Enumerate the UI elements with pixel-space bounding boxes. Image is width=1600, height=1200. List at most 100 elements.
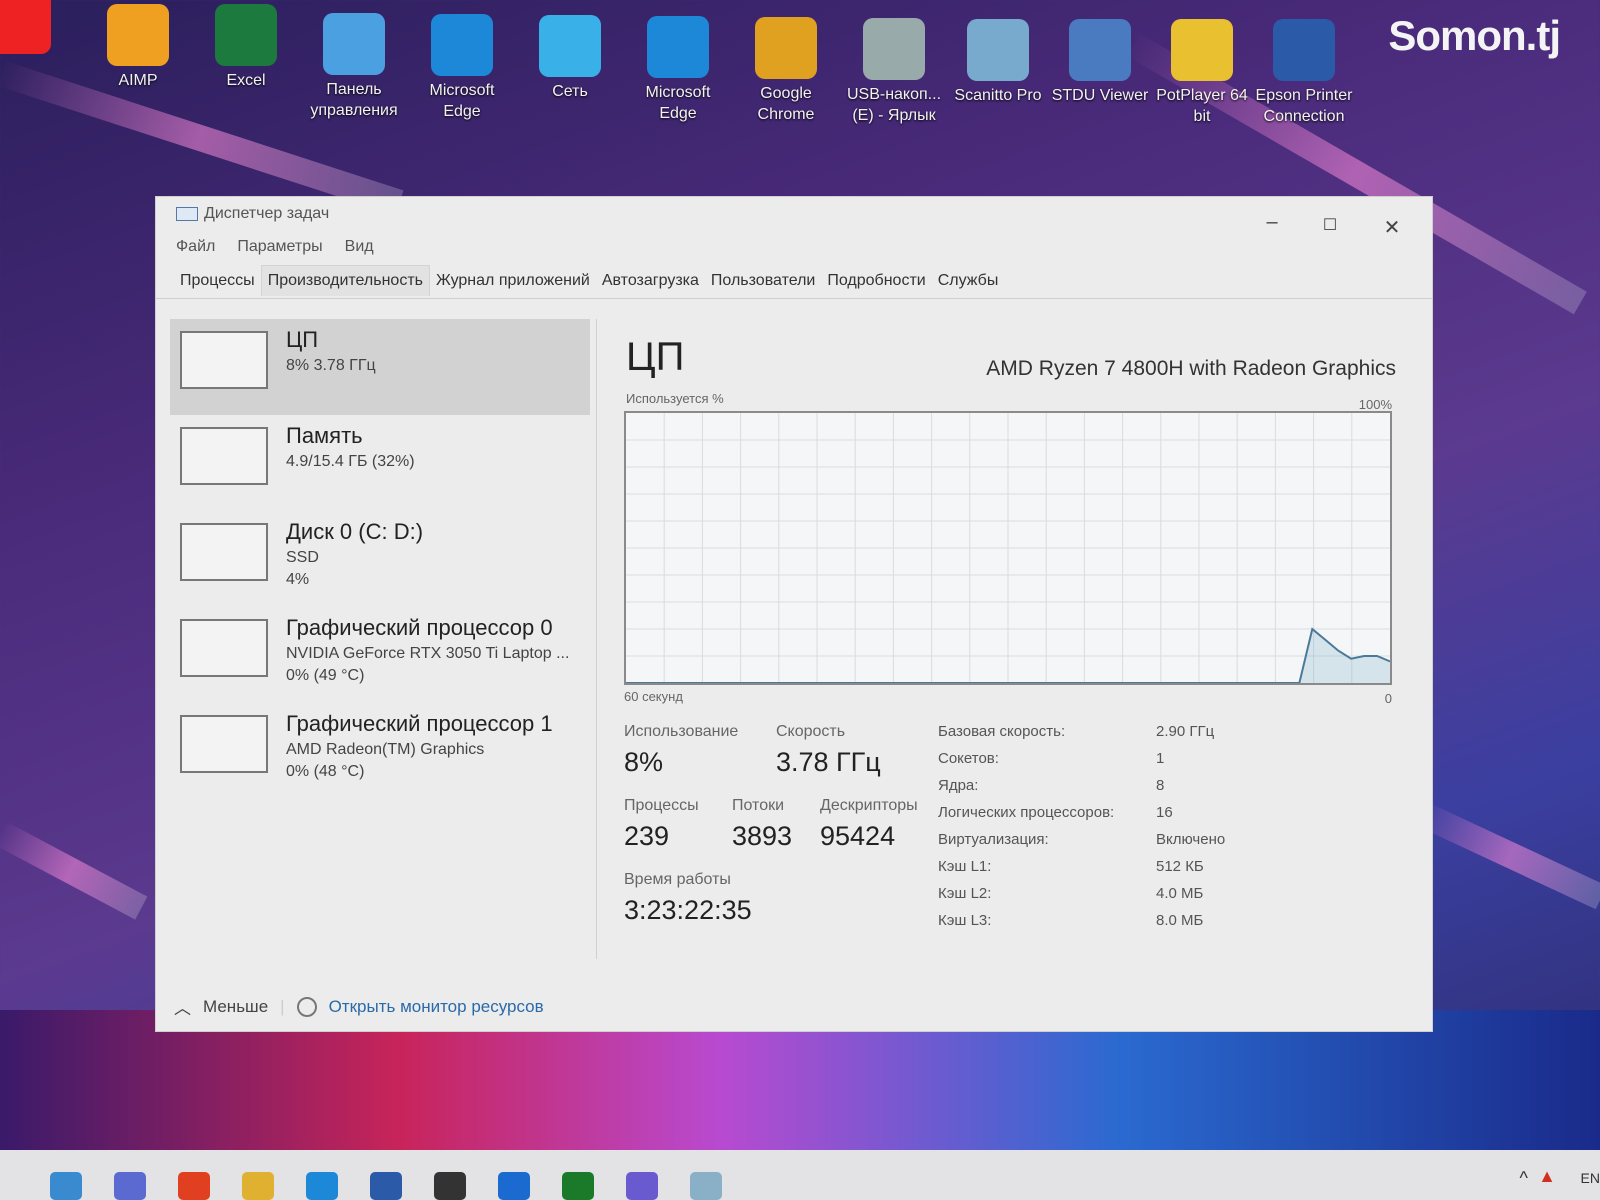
graph-max-label: 100% (1358, 397, 1392, 412)
desktop-shortcut[interactable]: AIMP (88, 0, 188, 91)
yandex-browser-icon[interactable] (178, 1172, 210, 1200)
microsoft-store-icon[interactable] (370, 1172, 402, 1200)
resource-sub: 8% 3.78 ГГц (286, 357, 376, 374)
tab-services[interactable]: Службы (932, 266, 1005, 296)
cpu-usage-graph (624, 411, 1392, 685)
desktop-shortcut[interactable]: Панель управления (304, 9, 404, 121)
resource-disk[interactable]: Диск 0 (C: D:) SSD 4% (170, 511, 590, 607)
show-hidden-icons-chevron[interactable]: ^ (1520, 1168, 1528, 1189)
task-manager-icon[interactable] (690, 1172, 722, 1200)
desktop-shortcut[interactable]: Epson Printer Connection (1254, 15, 1354, 127)
speed-label: Скорость (776, 723, 846, 740)
desktop-shortcut[interactable]: Excel (196, 0, 296, 91)
spec-key: Кэш L2: (938, 885, 992, 902)
maximize-button[interactable]: ☐ (1310, 215, 1350, 235)
cpu-specs: Базовая скорость: 2.90 ГГц Сокетов: 1 Ядра: 8… (938, 723, 1225, 939)
edge-icon (647, 16, 709, 78)
spec-key: Базовая скорость: (938, 723, 1066, 740)
desktop-shortcut[interactable]: PotPlayer 64 bit (1152, 15, 1252, 127)
teams-chat-icon[interactable] (114, 1172, 146, 1200)
chrome-icon (755, 17, 817, 79)
tab-details[interactable]: Подробности (821, 266, 931, 296)
gpu1-thumbnail-graph (180, 715, 268, 773)
uptime-value: 3:23:22:35 (624, 895, 752, 925)
fewer-details-button[interactable]: Меньше (203, 997, 268, 1017)
menu-options[interactable]: Параметры (237, 238, 322, 256)
tab-bar: Процессы Производительность Журнал прило… (156, 263, 1432, 299)
shortcut-label: Epson Printer Connection (1255, 87, 1353, 125)
resource-sub: 0% (48 °C) (286, 763, 365, 780)
resource-gpu1[interactable]: Графический процессор 1 AMD Radeon(TM) G… (170, 703, 590, 799)
task-view-icon[interactable] (50, 1172, 82, 1200)
spec-value: Включено (1156, 831, 1226, 848)
resource-gpu0[interactable]: Графический процессор 0 NVIDIA GeForce R… (170, 607, 590, 703)
tab-performance[interactable]: Производительность (260, 265, 430, 296)
spec-value: 1 (1156, 750, 1165, 767)
desktop-shortcut[interactable]: Scanitto Pro (948, 15, 1048, 106)
gpu0-thumbnail-graph (180, 619, 268, 677)
xbox-icon[interactable] (562, 1172, 594, 1200)
resource-name: Графический процессор 1 (286, 711, 553, 736)
menu-bar: Файл Параметры Вид (156, 231, 1432, 263)
tab-startup[interactable]: Автозагрузка (596, 266, 705, 296)
handles-value: 95424 (820, 821, 896, 851)
spec-key: Логических процессоров: (938, 804, 1115, 821)
stdu-viewer-icon (1069, 19, 1131, 81)
desktop-shortcut[interactable] (0, 0, 70, 58)
scanner-icon (967, 19, 1029, 81)
watermark: Somon.tj (1388, 12, 1561, 59)
menu-view[interactable]: Вид (345, 238, 374, 256)
wallpaper-streak (0, 821, 148, 920)
aimp-icon (107, 4, 169, 66)
tab-app-history[interactable]: Журнал приложений (430, 266, 596, 296)
file-explorer-icon[interactable] (242, 1172, 274, 1200)
usage-value: 8% (624, 747, 664, 777)
wallpaper-streak (1414, 801, 1600, 910)
edge-icon (431, 14, 493, 76)
edge-icon[interactable] (306, 1172, 338, 1200)
task-manager-window: Диспетчер задач – ☐ ✕ Файл Параметры Вид… (155, 196, 1433, 1032)
desktop-shortcut[interactable]: USB-накоп... (E) - Ярлык (844, 14, 944, 126)
open-resource-monitor-link[interactable]: Открыть монитор ресурсов (329, 997, 544, 1017)
tab-processes[interactable]: Процессы (174, 266, 261, 296)
control-panel-icon (323, 13, 385, 75)
title-bar[interactable]: Диспетчер задач (156, 197, 1432, 231)
spec-row: Логических процессоров: 16 (938, 804, 1225, 831)
spec-row: Базовая скорость: 2.90 ГГц (938, 723, 1225, 750)
threads-value: 3893 (732, 821, 793, 851)
desktop-shortcut[interactable]: Сеть (520, 11, 620, 102)
usage-label: Использование (624, 723, 739, 740)
desktop-shortcut[interactable]: Microsoft Edge (412, 10, 512, 122)
shortcut-label: PotPlayer 64 bit (1156, 87, 1248, 125)
shortcut-label: Excel (226, 72, 266, 89)
cpu-thumbnail-graph (180, 331, 268, 389)
resource-cpu[interactable]: ЦП 8% 3.78 ГГц (170, 319, 590, 415)
divider (596, 319, 597, 959)
spec-value: 8.0 МБ (1156, 912, 1204, 929)
minimize-button[interactable]: – (1252, 211, 1292, 234)
app-icon[interactable] (434, 1172, 466, 1200)
desktop-shortcut[interactable]: STDU Viewer (1050, 15, 1150, 106)
spec-row: Кэш L1: 512 КБ (938, 858, 1225, 885)
menu-file[interactable]: Файл (176, 238, 215, 256)
desktop-shortcut[interactable]: Microsoft Edge (628, 12, 728, 124)
spec-value: 16 (1156, 804, 1173, 821)
desktop-icons: AIMP Excel Панель управления Microsoft Edge… (0, 0, 1600, 140)
warning-icon[interactable]: ▲ (1538, 1166, 1556, 1187)
language-indicator[interactable]: EN (1581, 1170, 1600, 1186)
spec-row: Сокетов: 1 (938, 750, 1225, 777)
resource-name: Графический процессор 0 (286, 615, 553, 640)
desktop-shortcut[interactable]: Google Chrome (736, 13, 836, 125)
resource-list: ЦП 8% 3.78 ГГц Память 4.9/15.4 ГБ (32%) … (170, 319, 590, 799)
app-circle-icon[interactable] (626, 1172, 658, 1200)
resource-memory[interactable]: Память 4.9/15.4 ГБ (32%) (170, 415, 590, 511)
threads-label: Потоки (732, 797, 785, 814)
chevron-up-icon[interactable]: ︿ (174, 994, 191, 1019)
shortcut-label: Microsoft Edge (645, 84, 711, 122)
shortcut-label: Google Chrome (757, 85, 815, 123)
tab-users[interactable]: Пользователи (705, 266, 821, 296)
close-button[interactable]: ✕ (1372, 215, 1412, 240)
app-blue-icon[interactable] (498, 1172, 530, 1200)
handles-label: Дескрипторы (820, 797, 918, 814)
disk-thumbnail-graph (180, 523, 268, 581)
